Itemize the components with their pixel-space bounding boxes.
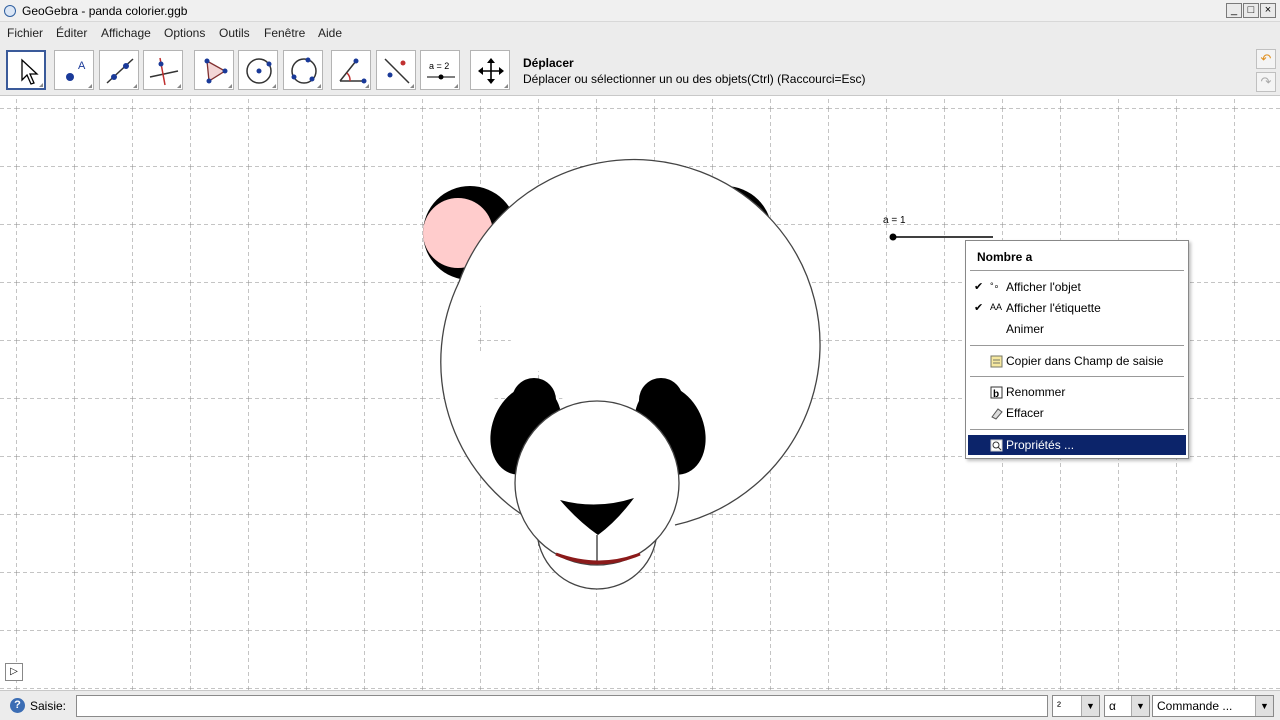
tool-circle-center[interactable] bbox=[238, 50, 278, 90]
angle-icon bbox=[339, 58, 367, 84]
window-title: GeoGebra - panda colorier.ggb bbox=[22, 4, 188, 18]
menu-item-show-label[interactable]: ✔ AA Afficher l'étiquette bbox=[968, 298, 1186, 318]
move-graphics-view-icon bbox=[478, 58, 504, 84]
superscript-combo[interactable]: ² ▼ bbox=[1052, 695, 1100, 717]
menu-divider bbox=[970, 376, 1184, 377]
chevron-down-icon[interactable]: ▼ bbox=[1255, 696, 1273, 716]
menu-item-delete[interactable]: Effacer bbox=[968, 403, 1186, 423]
rename-icon: b bbox=[990, 386, 1003, 400]
slider-tool-label: a = 2 bbox=[429, 61, 449, 71]
menu-item-properties[interactable]: Propriétés ... bbox=[968, 435, 1186, 455]
tool-move-graphics[interactable] bbox=[470, 50, 510, 90]
svg-text:b: b bbox=[993, 389, 999, 399]
menu-divider bbox=[970, 270, 1184, 271]
tool-point[interactable]: A bbox=[54, 50, 94, 90]
close-button[interactable]: × bbox=[1260, 3, 1276, 18]
active-tool-help: Déplacer ou sélectionner un ou des objet… bbox=[523, 72, 866, 86]
perpendicular-line-icon bbox=[149, 57, 179, 86]
menu-item-label: Animer bbox=[1006, 322, 1045, 336]
tool-angle[interactable] bbox=[331, 50, 371, 90]
toggle-style-bar-button[interactable]: ▷ bbox=[5, 663, 23, 681]
check-icon: ✔ bbox=[974, 302, 984, 314]
tool-polygon[interactable] bbox=[194, 50, 234, 90]
undo-icon: ↶ bbox=[1260, 51, 1272, 66]
superscript-combo-value: ² bbox=[1057, 699, 1061, 713]
title-bar: GeoGebra - panda colorier.ggb _ □ × bbox=[0, 0, 1280, 22]
right-eye-patch-top bbox=[639, 378, 683, 422]
greek-combo-value: α bbox=[1109, 699, 1116, 713]
menu-affichage[interactable]: Affichage bbox=[101, 26, 151, 40]
slider-a-label: a = 1 bbox=[883, 215, 906, 226]
redo-button[interactable]: ↷ bbox=[1256, 72, 1276, 92]
geogebra-app-icon bbox=[4, 5, 16, 17]
active-tool-name: Déplacer bbox=[523, 56, 574, 70]
polygon-icon bbox=[204, 58, 228, 84]
context-menu-title: Nombre a bbox=[977, 250, 1033, 264]
tool-slider[interactable]: a = 2 bbox=[420, 50, 460, 90]
menu-item-label: Effacer bbox=[1006, 406, 1044, 420]
circle-center-point-icon bbox=[246, 58, 272, 84]
menu-divider bbox=[970, 429, 1184, 430]
point-icon: A bbox=[66, 60, 86, 81]
help-icon[interactable]: ? bbox=[10, 698, 25, 713]
command-combo-value: Commande ... bbox=[1157, 699, 1233, 713]
menu-item-label: Afficher l'objet bbox=[1006, 280, 1081, 294]
tool-reflect[interactable] bbox=[376, 50, 416, 90]
menu-item-label: Copier dans Champ de saisie bbox=[1006, 354, 1164, 368]
menu-item-copy-to-input[interactable]: Copier dans Champ de saisie bbox=[968, 351, 1186, 371]
input-field[interactable] bbox=[76, 695, 1048, 717]
tool-move[interactable] bbox=[6, 50, 46, 90]
properties-icon bbox=[990, 439, 1003, 452]
menu-item-label: Renommer bbox=[1006, 385, 1066, 399]
slider-a-handle[interactable] bbox=[889, 233, 897, 241]
maximize-button[interactable]: □ bbox=[1243, 3, 1259, 18]
minimize-button[interactable]: _ bbox=[1226, 3, 1242, 18]
redo-icon: ↷ bbox=[1260, 74, 1272, 89]
context-menu: Nombre a ✔ °∘ Afficher l'objet ✔ AA Affi… bbox=[965, 240, 1189, 459]
line-through-two-points-icon bbox=[106, 58, 134, 84]
menu-divider bbox=[970, 345, 1184, 346]
toolbar: A a = 2 Déplacer Déplacer ou sélectionne… bbox=[0, 44, 1280, 96]
copy-to-input-icon bbox=[990, 355, 1003, 368]
tool-circle-three-points[interactable] bbox=[283, 50, 323, 90]
tool-line[interactable] bbox=[99, 50, 139, 90]
menu-options[interactable]: Options bbox=[164, 26, 205, 40]
circle-three-points-icon bbox=[291, 57, 317, 84]
menu-item-show-object[interactable]: ✔ °∘ Afficher l'objet bbox=[968, 277, 1186, 297]
menu-fenetre[interactable]: Fenêtre bbox=[264, 26, 305, 40]
undo-button[interactable]: ↶ bbox=[1256, 49, 1276, 69]
menu-item-rename[interactable]: b Renommer bbox=[968, 382, 1186, 402]
play-triangle-icon: ▷ bbox=[10, 666, 18, 677]
menu-outils[interactable]: Outils bbox=[219, 26, 250, 40]
input-label: Saisie: bbox=[30, 699, 67, 713]
menu-item-label: Propriétés ... bbox=[1006, 438, 1075, 452]
eraser-icon bbox=[990, 407, 1003, 420]
check-icon: ✔ bbox=[974, 281, 984, 293]
show-label-icon: AA bbox=[990, 302, 1003, 312]
slider-icon: a = 2 bbox=[427, 61, 455, 80]
menu-item-animate[interactable]: Animer bbox=[968, 319, 1186, 339]
svg-text:A: A bbox=[78, 60, 86, 72]
tool-perpendicular[interactable] bbox=[143, 50, 183, 90]
menu-fichier[interactable]: Fichier bbox=[7, 26, 43, 40]
menu-aide[interactable]: Aide bbox=[318, 26, 342, 40]
menu-editer[interactable]: Éditer bbox=[56, 26, 87, 40]
show-object-icon: °∘ bbox=[990, 281, 1000, 291]
chevron-down-icon[interactable]: ▼ bbox=[1081, 696, 1099, 716]
chevron-down-icon[interactable]: ▼ bbox=[1131, 696, 1149, 716]
menu-bar: Fichier Éditer Affichage Options Outils … bbox=[0, 22, 1280, 44]
greek-letter-combo[interactable]: α ▼ bbox=[1104, 695, 1150, 717]
menu-item-label: Afficher l'étiquette bbox=[1006, 301, 1101, 315]
left-eye-patch-top bbox=[512, 378, 556, 422]
command-combo[interactable]: Commande ... ▼ bbox=[1152, 695, 1274, 717]
reflect-about-line-icon bbox=[384, 58, 410, 84]
input-bar: ? Saisie: ² ▼ α ▼ Commande ... ▼ bbox=[0, 690, 1280, 720]
